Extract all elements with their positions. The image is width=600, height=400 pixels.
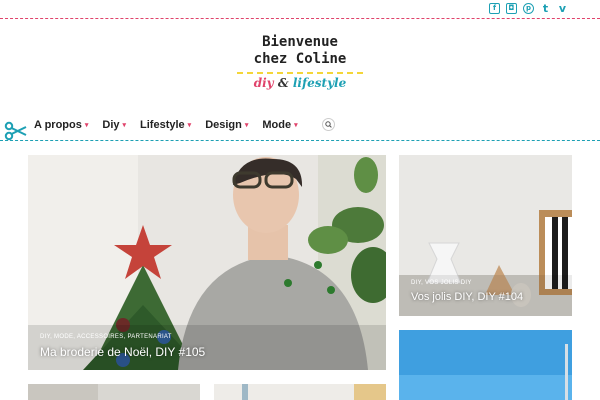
nav-item-label: Lifestyle <box>140 119 185 131</box>
chevron-down-icon: ▾ <box>122 122 127 129</box>
logo-dashed-underline <box>237 72 363 74</box>
post-title[interactable]: Vos jolis DIY, DIY #104 <box>411 291 523 303</box>
tagline-lifestyle: lifestyle <box>292 76 347 90</box>
post-categories[interactable]: DIY, VOS JOLIS DIY <box>411 280 472 286</box>
social-links: f ◘ p t v <box>489 3 568 14</box>
post-image-bottom-left <box>28 384 200 400</box>
tagline-diy: diy <box>253 76 274 90</box>
nav-item-mode[interactable]: Mode ▾ <box>262 119 297 131</box>
nav-item-label: Mode <box>262 119 292 131</box>
pinterest-icon[interactable]: p <box>523 3 534 14</box>
nav-item-design[interactable]: Design ▾ <box>205 119 248 131</box>
nav-item-lifestyle[interactable]: Lifestyle ▾ <box>140 119 191 131</box>
post-image-sky <box>399 330 572 400</box>
nav-item-label: Design <box>205 119 242 131</box>
search-icon[interactable] <box>322 118 335 131</box>
post-image-bottom-middle <box>214 384 386 400</box>
logo-line-1: Bienvenue <box>262 34 338 50</box>
tagline-amp: & <box>277 76 289 90</box>
page: f ◘ p t v Bienvenue chez Coline diy & li… <box>0 0 600 400</box>
nav-dashed-line <box>0 140 600 141</box>
facebook-icon[interactable]: f <box>489 3 500 14</box>
logo-line-2: chez Coline <box>253 51 347 67</box>
main-navigation: A propos ▾ Diy ▾ Lifestyle ▾ Design ▾ Mo… <box>0 115 600 143</box>
nav-item-label: Diy <box>102 119 120 131</box>
nav-item-label: A propos <box>34 119 82 131</box>
instagram-icon[interactable]: ◘ <box>506 3 517 14</box>
nav-item-diy[interactable]: Diy ▾ <box>102 119 126 131</box>
post-title[interactable]: Ma broderie de Noël, DIY #105 <box>40 345 205 359</box>
nav-menu: A propos ▾ Diy ▾ Lifestyle ▾ Design ▾ Mo… <box>34 119 312 131</box>
post-categories[interactable]: DIY, MODE, ACCESSOIRES, PARTENARIAT <box>40 334 172 340</box>
chevron-down-icon: ▾ <box>187 122 192 129</box>
top-dashed-border <box>0 18 600 19</box>
chevron-down-icon: ▾ <box>294 122 298 129</box>
chevron-down-icon: ▾ <box>244 122 249 129</box>
post-card-bottom-left[interactable] <box>28 384 200 400</box>
tumblr-icon[interactable]: t <box>540 3 551 14</box>
nav-item-a-propos[interactable]: A propos ▾ <box>34 119 88 131</box>
featured-post-card[interactable]: DIY, MODE, ACCESSOIRES, PARTENARIAT Ma b… <box>28 155 386 370</box>
site-logo[interactable]: Bienvenue chez Coline diy & lifestyle <box>200 34 400 90</box>
post-card-bottom-middle[interactable] <box>214 384 386 400</box>
scissors-icon <box>4 121 27 141</box>
side-post-card[interactable]: DIY, VOS JOLIS DIY Vos jolis DIY, DIY #1… <box>399 155 572 316</box>
logo-tagline: diy & lifestyle <box>200 76 400 90</box>
vimeo-icon[interactable]: v <box>557 3 568 14</box>
chevron-down-icon: ▾ <box>84 122 89 129</box>
post-card-sky[interactable] <box>399 330 572 400</box>
